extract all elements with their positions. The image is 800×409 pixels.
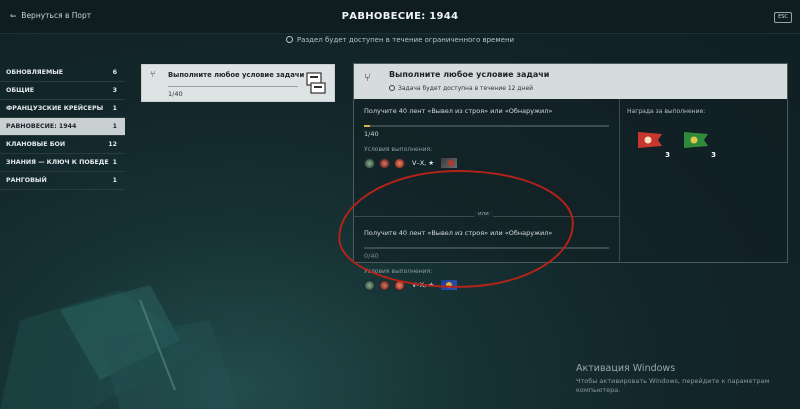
windows-activation-text: Чтобы активировать Windows, перейдите к …	[576, 377, 770, 394]
condition-option-1: Получите 40 лент «Вывел из строя» или «О…	[364, 107, 614, 169]
esc-button[interactable]: ESC	[774, 12, 792, 23]
battleship-class-icon	[394, 157, 405, 169]
sidebar-item-count: 6	[112, 69, 117, 76]
cruiser-class-icon	[379, 279, 390, 291]
task-card-progress: 1/40	[168, 90, 183, 98]
task-card-progress-bar	[168, 86, 298, 87]
reward-area: Награда за выполнение: 3 3	[620, 99, 788, 263]
scroll-icon	[306, 72, 326, 94]
destroyer-class-icon	[364, 279, 375, 291]
cruiser-class-icon	[379, 157, 390, 169]
conditions-label: Условия выполнения:	[364, 268, 433, 275]
task-card[interactable]: ⑂ Выполните любое условие задачи 1/40	[141, 64, 335, 102]
sidebar-item-count: 1	[112, 123, 117, 130]
tier-range: V–X, ★	[412, 281, 435, 289]
sidebar-item-count: 1	[112, 177, 117, 184]
conditions-label: Условия выполнения:	[364, 146, 433, 153]
conditions-area: Получите 40 лент «Вывел из строя» или «О…	[354, 99, 620, 291]
fork-icon: ⑂	[150, 70, 156, 80]
sidebar-item-count: 3	[112, 87, 117, 94]
red-signal-flag-icon	[638, 132, 662, 148]
japan-nation-icon	[441, 158, 458, 168]
sidebar-item-general[interactable]: ОБЩИЕ 3	[0, 82, 125, 100]
page-title: РАВНОВЕСИЕ: 1944	[341, 11, 459, 22]
progress-fill	[364, 125, 371, 127]
sidebar-item-updatable[interactable]: ОБНОВЛЯЕМЫЕ 6	[0, 64, 125, 82]
or-label: или	[474, 211, 493, 217]
fork-icon: ⑂	[364, 71, 371, 84]
time-limited-notice: Раздел будет доступен в течение ограниче…	[0, 36, 800, 44]
sidebar-item-label: ОБЩИЕ	[6, 87, 35, 94]
sidebar-item-label: РАВНОВЕСИЕ: 1944	[6, 123, 77, 130]
progress-bar	[364, 125, 609, 127]
sidebar-item-balance-1944[interactable]: РАВНОВЕСИЕ: 1944 1	[0, 118, 125, 136]
sidebar-item-count: 1	[112, 159, 117, 166]
notice-text: Раздел будет доступен в течение ограниче…	[296, 36, 515, 44]
condition-icons: V–X, ★	[364, 157, 614, 169]
clock-icon	[285, 36, 293, 43]
condition-icons: V–X, ★	[364, 279, 614, 291]
sidebar-item-clan-battles[interactable]: КЛАНОВЫЕ БОИ 12	[0, 136, 125, 154]
condition-text: Получите 40 лент «Вывел из строя» или «О…	[364, 229, 553, 237]
category-sidebar: ОБНОВЛЯЕМЫЕ 6 ОБЩИЕ 3 ФРАНЦУЗСКИЕ КРЕЙСЕРЫ…	[0, 64, 125, 190]
sidebar-item-ranked[interactable]: РАНГОВЫЙ 1	[0, 172, 125, 190]
sidebar-item-label: ФРАНЦУЗСКИЕ КРЕЙСЕРЫ	[6, 105, 104, 112]
condition-option-2: Получите 40 лент «Вывел из строя» или «О…	[364, 229, 614, 291]
sidebar-item-count: 12	[108, 141, 117, 148]
green-signal-flag-icon	[684, 132, 708, 148]
windows-activation-title: Активация Windows	[576, 363, 676, 374]
sidebar-item-label: ЗНАНИЯ — КЛЮЧ К ПОБЕДЕ	[6, 159, 109, 166]
task-detail-panel: ⑂ Выполните любое условие задачи Задача …	[353, 63, 788, 291]
progress-count: 0/40	[364, 252, 379, 260]
pan-european-nation-icon	[441, 280, 458, 290]
panel-title: Выполните любое условие задачи	[389, 70, 550, 79]
panel-subtitle-text: Задача будет доступна в течение 12 дней	[398, 85, 534, 92]
task-card-title: Выполните любое условие задачи	[168, 71, 305, 79]
sidebar-item-label: КЛАНОВЫЕ БОИ	[6, 141, 66, 148]
sidebar-item-count: 1	[112, 105, 117, 112]
destroyer-class-icon	[364, 157, 375, 169]
progress-count: 1/40	[364, 130, 379, 138]
reward-label: Награда за выполнение:	[627, 108, 706, 115]
sidebar-item-french-cruisers[interactable]: ФРАНЦУЗСКИЕ КРЕЙСЕРЫ 1	[0, 100, 125, 118]
battleship-class-icon	[394, 279, 405, 291]
reward-item[interactable]: 3	[638, 132, 670, 159]
background-art	[0, 285, 240, 409]
top-bar: ⇐ Вернуться в Порт РАВНОВЕСИЕ: 1944 ESC	[0, 0, 800, 34]
sidebar-item-label: ОБНОВЛЯЕМЫЕ	[6, 69, 64, 76]
progress-bar	[364, 247, 609, 249]
panel-subtitle: Задача будет доступна в течение 12 дней	[389, 85, 533, 92]
condition-text: Получите 40 лент «Вывел из строя» или «О…	[364, 107, 553, 115]
reward-item[interactable]: 3	[684, 132, 716, 159]
reward-qty: 3	[711, 151, 716, 159]
clock-icon	[389, 85, 395, 91]
panel-header: ⑂ Выполните любое условие задачи Задача …	[354, 64, 787, 99]
sidebar-item-label: РАНГОВЫЙ	[6, 177, 47, 184]
tier-range: V–X, ★	[412, 159, 435, 167]
sidebar-item-knowledge[interactable]: ЗНАНИЯ — КЛЮЧ К ПОБЕДЕ 1	[0, 154, 125, 172]
reward-qty: 3	[665, 151, 670, 159]
